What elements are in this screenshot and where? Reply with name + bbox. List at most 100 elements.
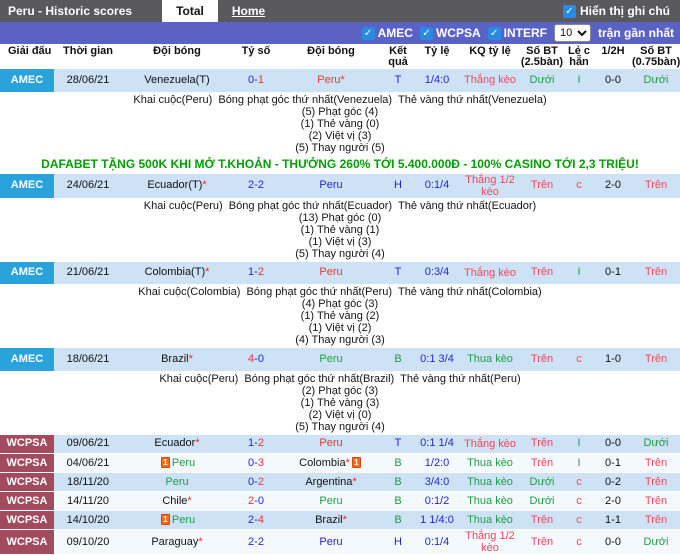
away-team-name: Argentina xyxy=(305,476,352,488)
team-star-mark: * xyxy=(346,457,350,469)
home-team: Ecuador* xyxy=(122,435,232,454)
half-score: 0-2 xyxy=(594,473,632,492)
league-badge: WCPSA xyxy=(0,492,54,511)
home-team-name: Chile xyxy=(162,495,187,507)
away-team: Peru xyxy=(280,348,382,371)
away-team-name: Peru xyxy=(319,495,342,507)
match-row: WCPSA 18/11/20 Peru 0-2 Argentina* B 3/4… xyxy=(0,473,680,492)
away-team: Peru xyxy=(280,262,382,285)
match-date: 09/10/20 xyxy=(54,530,122,555)
result: T xyxy=(382,69,414,92)
show-notes-toggle[interactable]: ✓ Hiển thị ghi chú xyxy=(563,0,680,22)
half-score: 2-0 xyxy=(594,492,632,511)
col-header-time: Thời gian xyxy=(54,44,122,69)
odds-result: Thắng kèo xyxy=(460,69,520,92)
odds-rate: 0:3/4 xyxy=(414,262,460,285)
promo-banner[interactable]: DAFABET TẶNG 500K KHI MỞ T.KHOẢN - THƯỞN… xyxy=(41,157,639,171)
odd-even-result: c xyxy=(564,492,594,511)
match-date: 21/06/21 xyxy=(54,262,122,285)
match-row: AMEC 21/06/21 Colombia(T)* 1-2 Peru T 0:… xyxy=(0,262,680,285)
team-star-mark: * xyxy=(202,179,206,191)
recent-matches-select[interactable]: 10 xyxy=(554,24,591,42)
match-row: AMEC 28/06/21 Venezuela(T) 0-1 Peru* T 1… xyxy=(0,69,680,92)
goals-075-result: Dưới xyxy=(632,435,680,454)
league-badge: AMEC xyxy=(0,174,54,199)
checkbox-checked-icon[interactable]: ✓ xyxy=(362,27,375,40)
home-team-name: Peru xyxy=(172,457,195,469)
filter-checkbox-wcpsa[interactable]: ✓ WCPSA xyxy=(420,26,481,40)
odd-even-result: c xyxy=(564,348,594,371)
away-team: Argentina* xyxy=(280,473,382,492)
goals-075-result: Trên xyxy=(632,454,680,473)
match-notes: Khai cuộc(Peru) Bóng phạt góc thứ nhất(V… xyxy=(0,92,680,156)
away-team: Colombia*1 xyxy=(280,454,382,473)
match-date: 18/06/21 xyxy=(54,348,122,371)
odds-rate: 0:1/2 xyxy=(414,492,460,511)
odds-rate: 1/2:0 xyxy=(414,454,460,473)
filter-checkbox-amec[interactable]: ✓ AMEC xyxy=(362,26,413,40)
col-header-away-team: Đội bóng xyxy=(280,44,382,69)
filter-bar: ✓ AMEC ✓ WCPSA ✓ INTERF 10 trận gần nhất xyxy=(0,22,680,44)
show-notes-label: Hiển thị ghi chú xyxy=(580,4,670,18)
goals-075-result: Trên xyxy=(632,492,680,511)
odds-result: Thua kèo xyxy=(460,473,520,492)
goals-075-result: Trên xyxy=(632,262,680,285)
score: 1-2 xyxy=(232,435,280,454)
odds-rate: 0:1 3/4 xyxy=(414,348,460,371)
league-badge: AMEC xyxy=(0,262,54,285)
score: 0-3 xyxy=(232,454,280,473)
goals-25-result: Trên xyxy=(520,530,564,555)
odd-even-result: c xyxy=(564,530,594,555)
odd-even-result: I xyxy=(564,435,594,454)
checkbox-checked-icon[interactable]: ✓ xyxy=(420,27,433,40)
goals-25-result: Dưới xyxy=(520,492,564,511)
filter-label-amec: AMEC xyxy=(378,26,413,40)
tab-total[interactable]: Total xyxy=(162,0,218,22)
odds-rate: 1 1/4:0 xyxy=(414,511,460,530)
home-team: Ecuador(T)* xyxy=(122,174,232,199)
odd-even-result: I xyxy=(564,454,594,473)
half-score: 1-0 xyxy=(594,348,632,371)
goals-25-result: Dưới xyxy=(520,473,564,492)
banner-row: DAFABET TẶNG 500K KHI MỞ T.KHOẢN - THƯỞN… xyxy=(0,156,680,174)
checkbox-checked-icon[interactable]: ✓ xyxy=(488,27,501,40)
league-badge: WCPSA xyxy=(0,530,54,555)
page-title: Peru - Historic scores xyxy=(0,0,162,22)
score: 2-0 xyxy=(232,492,280,511)
home-team-name: Peru xyxy=(165,476,188,488)
away-team-name: Peru xyxy=(319,437,342,449)
score: 0-2 xyxy=(232,473,280,492)
home-team-name: Ecuador xyxy=(154,437,195,449)
result: H xyxy=(382,174,414,199)
result: B xyxy=(382,473,414,492)
half-score: 0-1 xyxy=(594,454,632,473)
half-score: 0-0 xyxy=(594,69,632,92)
goals-25-result: Trên xyxy=(520,454,564,473)
odds-result: Thắng 1/2 kèo xyxy=(460,174,520,199)
col-header-league: Giải đấu xyxy=(0,44,54,69)
goals-075-result: Dưới xyxy=(632,69,680,92)
team-star-mark: * xyxy=(352,476,356,488)
col-header-goals-075: Số BT (0.75bàn) xyxy=(632,44,680,69)
odds-result: Thua kèo xyxy=(460,511,520,530)
tab-home[interactable]: Home xyxy=(218,0,279,22)
goals-25-result: Trên xyxy=(520,174,564,199)
score: 2-2 xyxy=(232,530,280,555)
team-star-mark: * xyxy=(343,514,347,526)
team-star-mark: * xyxy=(205,266,209,278)
away-team: Peru xyxy=(280,174,382,199)
notes-row: Khai cuộc(Colombia) Bóng phạt góc thứ nh… xyxy=(0,285,680,349)
goals-25-result: Trên xyxy=(520,262,564,285)
team-star-mark: * xyxy=(340,74,344,86)
goals-25-result: Trên xyxy=(520,348,564,371)
away-team-name: Colombia xyxy=(299,457,345,469)
filter-checkbox-interf[interactable]: ✓ INTERF xyxy=(488,26,547,40)
red-card-icon: 1 xyxy=(161,457,170,468)
checkbox-checked-icon[interactable]: ✓ xyxy=(563,5,576,18)
notes-row: Khai cuộc(Peru) Bóng phạt góc thứ nhất(V… xyxy=(0,92,680,156)
league-badge: AMEC xyxy=(0,348,54,371)
away-team-name: Peru xyxy=(317,74,340,86)
match-date: 24/06/21 xyxy=(54,174,122,199)
odds-rate: 3/4:0 xyxy=(414,473,460,492)
match-date: 14/11/20 xyxy=(54,492,122,511)
